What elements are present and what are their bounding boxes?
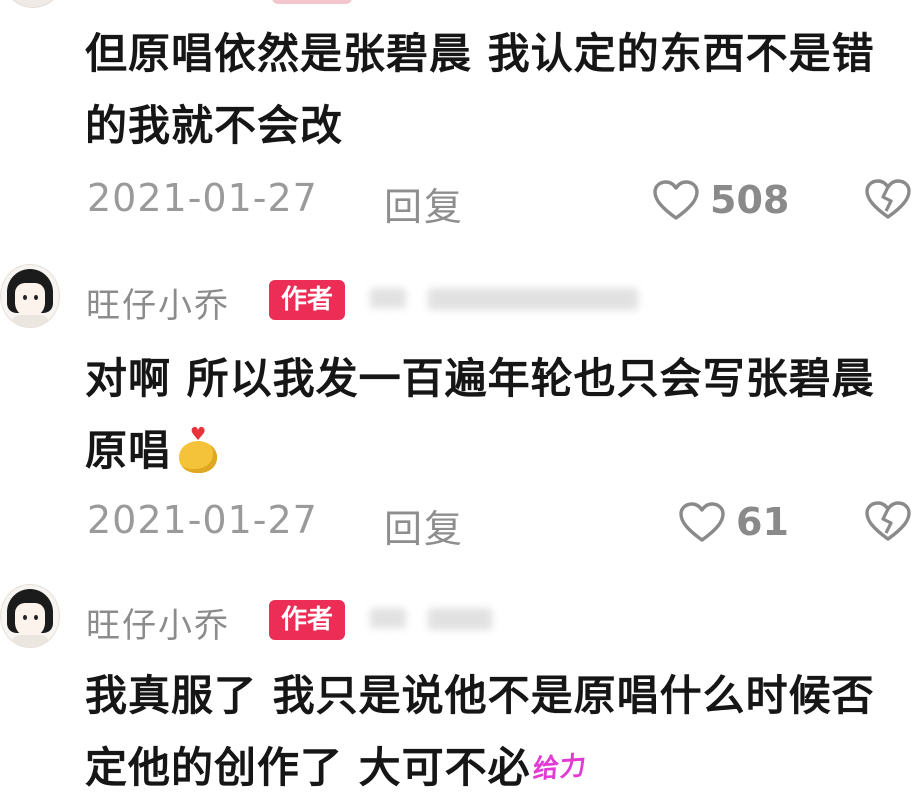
like-button[interactable]: 508 [652, 178, 789, 222]
comment-text: 对啊 所以我发一百遍年轮也只会写张碧晨原唱 ♥ [85, 343, 905, 487]
avatar[interactable] [8, 0, 58, 8]
blurred-info [428, 608, 492, 630]
comment-text: 但原唱依然是张碧晨 我认定的东西不是错的我就不会改 [85, 29, 875, 150]
heart-hands-emoji: ♥ [177, 426, 221, 473]
heart-outline-icon [653, 180, 699, 220]
sticker-text: 给力 [531, 751, 588, 785]
blurred-info [370, 608, 406, 628]
comment-meta: 2021-01-27 回复 61 [0, 498, 912, 551]
avatar[interactable] [0, 264, 60, 328]
author-badge [272, 0, 352, 4]
comment-list: 但原唱依然是张碧晨 我认定的东西不是错的我就不会改 2021-01-27 回复 … [0, 0, 912, 807]
comment-date: 2021-01-27 [87, 176, 318, 220]
author-badge: 作者 [269, 600, 346, 640]
like-count: 508 [710, 178, 790, 222]
username[interactable]: 旺仔小乔 [86, 598, 230, 647]
comment-meta: 2021-01-27 回复 508 [0, 176, 912, 229]
username[interactable]: 旺仔小乔 [86, 278, 230, 327]
like-count: 61 [736, 500, 789, 544]
blurred-info [370, 288, 406, 308]
comment-date: 2021-01-27 [87, 498, 318, 542]
avatar[interactable] [0, 584, 60, 648]
broken-heart-icon[interactable] [862, 500, 912, 542]
broken-heart-icon[interactable] [862, 178, 912, 220]
reply-button[interactable]: 回复 [384, 498, 464, 553]
comment-text-body: 我真服了 我只是说他不是原唱什么时候否定他的创作了 大可不必 [85, 671, 875, 792]
blurred-info [428, 288, 638, 310]
author-badge: 作者 [269, 280, 346, 320]
like-button[interactable]: 61 [678, 500, 789, 544]
reply-button[interactable]: 回复 [384, 176, 464, 231]
comment-text: 我真服了 我只是说他不是原唱什么时候否定他的创作了 大可不必给力 [85, 660, 905, 804]
heart-outline-icon [679, 502, 725, 542]
